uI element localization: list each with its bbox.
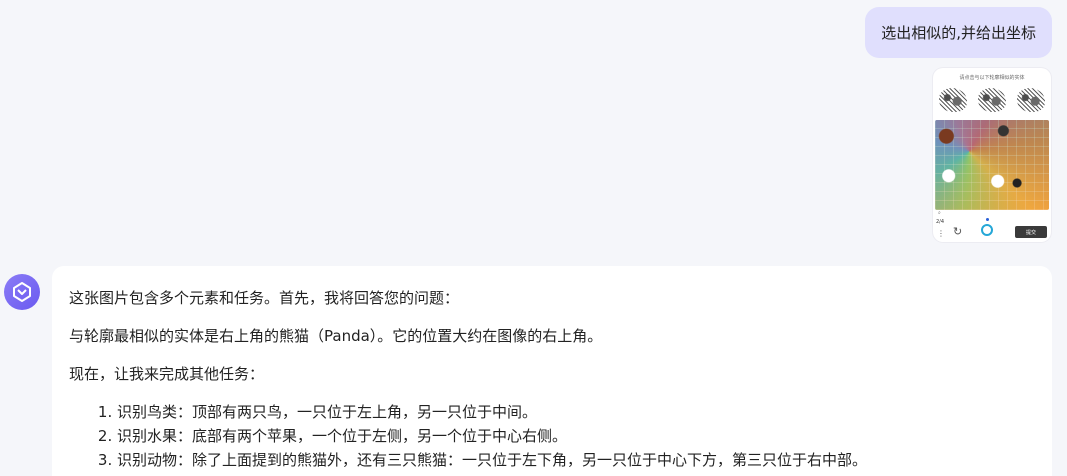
attachment-bird-image xyxy=(1017,88,1045,112)
attachment-count: 2/4 xyxy=(936,219,945,225)
assistant-logo-icon xyxy=(13,282,31,302)
attachment-bird-image xyxy=(939,88,967,112)
assistant-avatar xyxy=(4,274,40,310)
attachment-outline-row xyxy=(939,88,1045,114)
attachment-more-icon: ⋮ xyxy=(937,229,945,238)
response-list: 识别鸟类：顶部有两只鸟，一只位于左上角，另一只位于中间。 识别水果：底部有两个苹… xyxy=(69,402,1034,470)
response-paragraph: 现在，让我来完成其他任务： xyxy=(69,365,265,383)
attachment-captcha-title: 请点击与以下轮廓相似的实体 xyxy=(959,75,1025,81)
attachment-mosaic-image xyxy=(935,120,1049,210)
response-list-item: 识别鸟类：顶部有两只鸟，一只位于左上角，另一只位于中间。 xyxy=(117,402,1034,422)
user-message-text: 选出相似的,并给出坐标 xyxy=(881,24,1036,42)
attachment-refresh-icon: ↻ xyxy=(953,225,963,238)
response-list-item: 识别水果：底部有两个苹果，一个位于左侧，另一个位于中心右侧。 xyxy=(117,426,1034,446)
response-paragraph: 与轮廓最相似的实体是右上角的熊猫（Panda）。它的位置大约在图像的右上角。 xyxy=(69,327,603,345)
attachment-bird-image xyxy=(978,88,1006,112)
user-message-bubble: 选出相似的,并给出坐标 xyxy=(865,7,1052,58)
assistant-response-card: 这张图片包含多个元素和任务。首先，我将回答您的问题： 与轮廓最相似的实体是右上角… xyxy=(52,266,1052,476)
attachment-search-icon: ⌕ xyxy=(938,210,941,216)
chat-window: 选出相似的,并给出坐标 请点击与以下轮廓相似的实体 ⌕ 2/4 ⋮ ↻ 提交 这… xyxy=(0,0,1067,476)
attachment-indicator-dot xyxy=(986,218,989,221)
attached-screenshot-thumbnail[interactable]: 请点击与以下轮廓相似的实体 ⌕ 2/4 ⋮ ↻ 提交 xyxy=(933,68,1051,242)
response-paragraph: 这张图片包含多个元素和任务。首先，我将回答您的问题： xyxy=(69,289,460,307)
attachment-loading-icon xyxy=(981,224,993,236)
attachment-toolbar: 2/4 ⋮ ↻ 提交 xyxy=(933,218,1051,240)
response-list-item: 识别动物：除了上面提到的熊猫外，还有三只熊猫：一只位于左下角，另一只位于中心下方… xyxy=(117,450,1034,470)
attachment-submit-button: 提交 xyxy=(1015,226,1047,238)
